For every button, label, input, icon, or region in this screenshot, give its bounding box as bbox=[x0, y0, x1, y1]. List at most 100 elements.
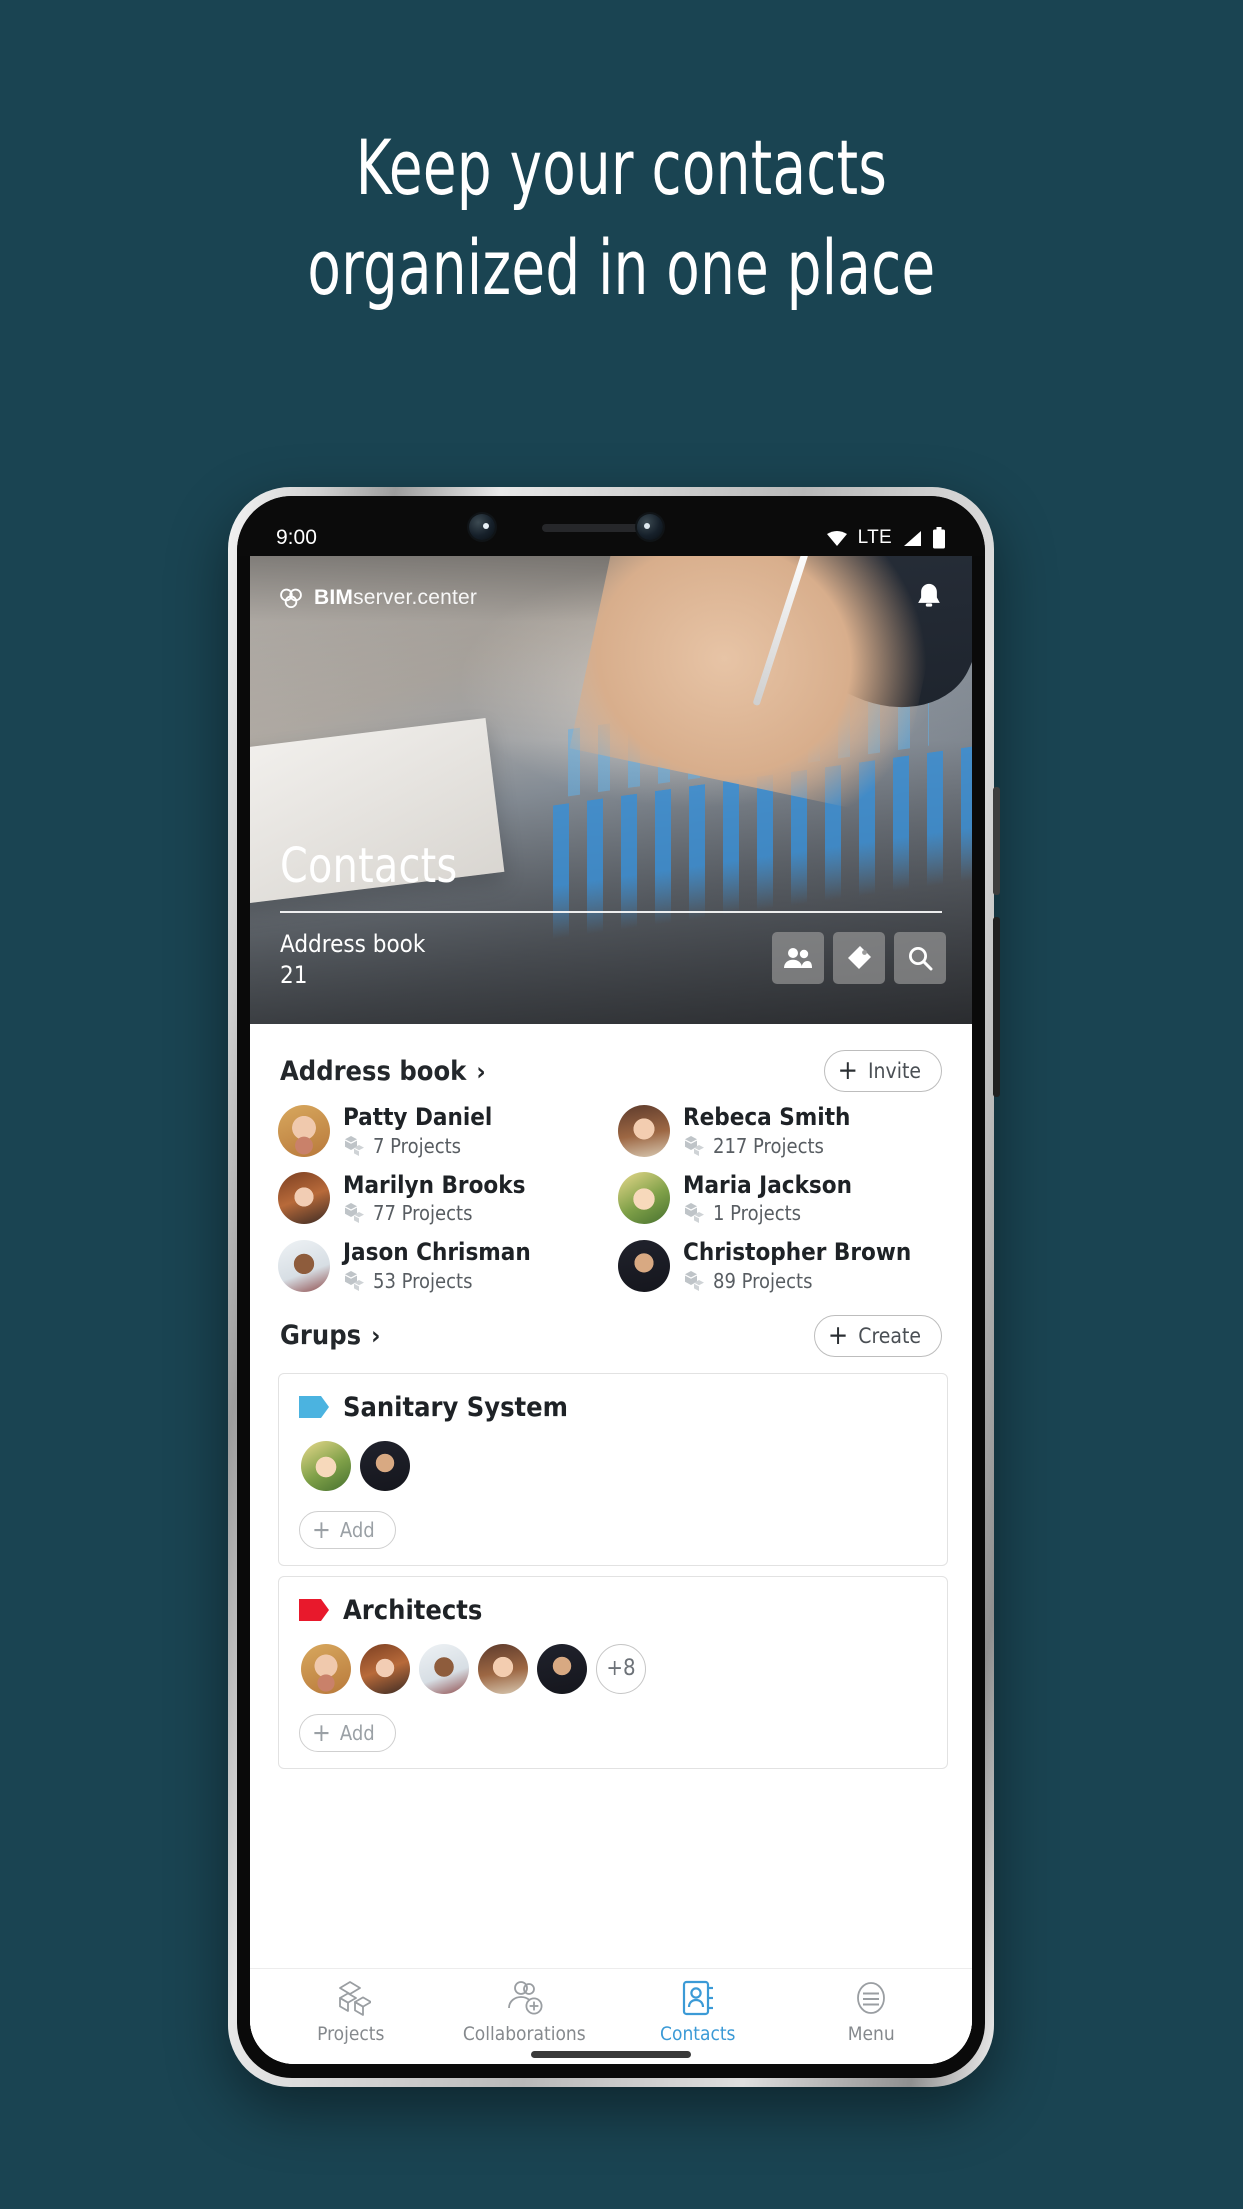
chevron-right-icon: › bbox=[371, 1321, 381, 1351]
group-card[interactable]: Sanitary System + Add bbox=[278, 1372, 948, 1566]
avatar[interactable] bbox=[478, 1643, 528, 1694]
bell-icon[interactable] bbox=[914, 582, 944, 614]
cubes-icon bbox=[345, 1203, 364, 1224]
groups-title: Grups bbox=[280, 1320, 362, 1352]
contact-name: Jason Chrisman bbox=[343, 1238, 531, 1267]
phone-device-frame: 9:00 LTE BIMserver.center Contacts Addre… bbox=[228, 487, 1000, 2087]
phone-screen: 9:00 LTE BIMserver.center Contacts Addre… bbox=[250, 508, 972, 2064]
groups-title-group[interactable]: Grups › bbox=[280, 1320, 380, 1351]
group-card-header: Architects bbox=[299, 1595, 927, 1626]
avatar bbox=[278, 1239, 330, 1292]
menu-icon bbox=[857, 1982, 886, 2014]
cubes-icon bbox=[345, 1270, 364, 1291]
address-book-title-group[interactable]: Address book › bbox=[280, 1056, 486, 1087]
create-label: Create bbox=[858, 1323, 921, 1348]
avatar bbox=[618, 1104, 670, 1157]
people-filter-button[interactable] bbox=[772, 932, 824, 984]
cubes-icon bbox=[685, 1135, 704, 1156]
contact-row[interactable]: Marilyn Brooks 77 Projects bbox=[278, 1171, 608, 1225]
address-book-icon bbox=[682, 1980, 713, 2016]
hero-subtitle: Address book 21 bbox=[280, 928, 425, 990]
phone-bezel: 9:00 LTE BIMserver.center Contacts Addre… bbox=[237, 496, 985, 2078]
search-icon bbox=[909, 947, 933, 971]
tag-icon bbox=[299, 1396, 329, 1419]
app-bar: BIMserver.center bbox=[250, 570, 972, 626]
add-label: Add bbox=[339, 1720, 375, 1745]
contact-meta: 217 Projects bbox=[683, 1134, 850, 1158]
promo-headline: Keep your contacts organized in one plac… bbox=[124, 118, 1118, 319]
avatar[interactable] bbox=[419, 1643, 469, 1694]
add-member-button[interactable]: + Add bbox=[299, 1713, 396, 1752]
groups-header: Grups › + Create bbox=[250, 1293, 972, 1363]
headline-line-1: Keep your contacts bbox=[355, 123, 888, 212]
avatar[interactable] bbox=[360, 1643, 410, 1694]
avatar bbox=[278, 1172, 330, 1225]
cubes-icon bbox=[345, 1135, 364, 1156]
tag-filter-button[interactable] bbox=[833, 932, 885, 984]
group-members: +8 bbox=[301, 1643, 927, 1694]
contact-meta: 53 Projects bbox=[343, 1269, 531, 1293]
invite-button[interactable]: + Invite bbox=[823, 1050, 942, 1092]
hero-divider bbox=[280, 911, 942, 913]
people-add-icon bbox=[508, 1981, 543, 2015]
contact-row[interactable]: Patty Daniel 7 Projects bbox=[278, 1103, 608, 1158]
lte-label: LTE bbox=[857, 527, 892, 548]
contact-projects: 1 Projects bbox=[713, 1201, 802, 1226]
nav-item-collaborations[interactable]: Collaborations bbox=[438, 1980, 612, 2045]
bimserver-logo-icon bbox=[280, 588, 302, 608]
brand: BIMserver.center bbox=[278, 586, 477, 610]
contact-projects: 7 Projects bbox=[373, 1133, 462, 1158]
plus-icon: + bbox=[837, 1055, 858, 1087]
contacts-grid: Patty Daniel 7 Projects Rebeca Smith 217… bbox=[250, 1098, 972, 1293]
plus-icon: + bbox=[312, 1514, 331, 1544]
contact-name: Maria Jackson bbox=[683, 1170, 852, 1199]
nav-label: Menu bbox=[847, 2023, 895, 2045]
nav-item-projects[interactable]: Projects bbox=[264, 1980, 438, 2045]
people-icon bbox=[784, 948, 812, 968]
invite-label: Invite bbox=[867, 1059, 921, 1083]
group-card[interactable]: Architects +8 + Add bbox=[278, 1575, 948, 1769]
hero-subtitle-label: Address book bbox=[280, 930, 426, 958]
status-bar-icons: LTE bbox=[825, 527, 946, 549]
phone-side-button-power bbox=[993, 917, 1000, 1097]
avatar bbox=[618, 1239, 670, 1292]
hero-subtitle-count: 21 bbox=[280, 961, 308, 990]
address-book-title: Address book bbox=[280, 1055, 467, 1087]
contact-name: Christopher Brown bbox=[683, 1238, 912, 1267]
create-group-button[interactable]: + Create bbox=[813, 1314, 942, 1357]
avatar[interactable] bbox=[301, 1643, 351, 1694]
contact-row[interactable]: Maria Jackson 1 Projects bbox=[618, 1170, 948, 1225]
contact-row[interactable]: Jason Chrisman 53 Projects bbox=[278, 1239, 608, 1293]
contact-row[interactable]: Rebeca Smith 217 Projects bbox=[618, 1103, 948, 1158]
avatar[interactable] bbox=[301, 1440, 351, 1491]
contact-meta: 1 Projects bbox=[683, 1201, 852, 1225]
nav-label: Contacts bbox=[660, 2023, 736, 2045]
contact-row[interactable]: Christopher Brown 89 Projects bbox=[618, 1239, 948, 1293]
contact-name: Rebeca Smith bbox=[683, 1103, 851, 1131]
contact-name: Patty Daniel bbox=[343, 1103, 493, 1131]
tag-icon bbox=[848, 946, 871, 969]
avatar[interactable] bbox=[537, 1643, 587, 1694]
add-member-button[interactable]: + Add bbox=[299, 1510, 396, 1549]
nav-item-contacts[interactable]: Contacts bbox=[611, 1980, 785, 2045]
page-title: Contacts bbox=[280, 838, 458, 894]
group-overflow-count[interactable]: +8 bbox=[596, 1643, 646, 1694]
avatar[interactable] bbox=[360, 1440, 410, 1491]
brand-name-bold: BIM bbox=[314, 586, 354, 609]
chevron-right-icon: › bbox=[476, 1056, 486, 1086]
plus-icon: + bbox=[827, 1319, 849, 1351]
nav-label: Projects bbox=[317, 2023, 385, 2045]
tag-icon bbox=[299, 1599, 329, 1622]
search-button[interactable] bbox=[894, 932, 946, 984]
content-area: Address book › + Invite Patty Daniel 7 P… bbox=[250, 1024, 972, 2064]
group-card-header: Sanitary System bbox=[299, 1392, 927, 1423]
avatar bbox=[278, 1104, 330, 1157]
contact-meta: 89 Projects bbox=[683, 1269, 911, 1293]
cubes-icon bbox=[685, 1203, 704, 1224]
cubes-icon bbox=[338, 1981, 371, 2016]
nav-item-menu[interactable]: Menu bbox=[785, 1980, 959, 2045]
cubes-icon bbox=[685, 1270, 704, 1291]
phone-side-button-volume bbox=[993, 787, 1000, 895]
group-name: Architects bbox=[343, 1594, 483, 1626]
contact-meta: 77 Projects bbox=[343, 1201, 525, 1225]
